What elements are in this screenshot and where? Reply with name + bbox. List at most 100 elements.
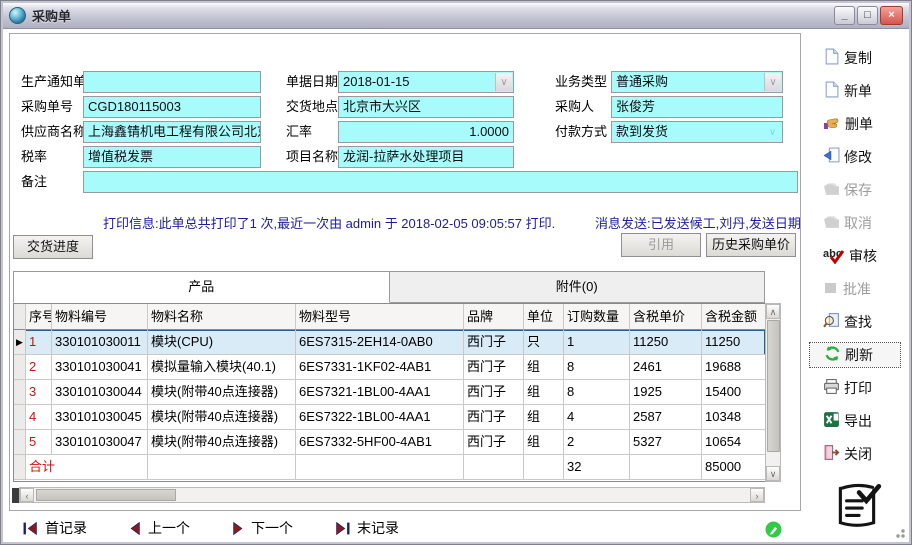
table-row[interactable]: 5330101030047模块(附带40点连接器)6ES7332-5HF00-4… [14, 430, 765, 455]
chevron-down-icon[interactable]: ∨ [764, 73, 781, 91]
sidebar-button-new-doc[interactable]: 新单 [809, 78, 901, 104]
tax-rate-field[interactable]: 增值税发票 [83, 146, 261, 168]
table-cell[interactable]: 6ES7315-2EH14-0AB0 [296, 330, 464, 355]
scroll-up-icon[interactable]: ∧ [766, 304, 780, 319]
payment-method-combo[interactable]: 款到发货 ∨ [611, 121, 783, 143]
chevron-down-icon[interactable]: ∨ [764, 123, 781, 141]
table-cell[interactable]: 19688 [702, 355, 765, 380]
table-cell[interactable]: 11250 [702, 330, 765, 355]
maximize-button[interactable]: □ [857, 6, 878, 25]
scroll-left-icon[interactable]: ‹ [20, 488, 34, 502]
table-cell[interactable]: 组 [524, 355, 564, 380]
sidebar-button-search[interactable]: 查找 [809, 309, 901, 335]
table-row[interactable]: 3330101030044模块(附带40点连接器)6ES7321-1BL00-4… [14, 380, 765, 405]
scroll-right-icon[interactable]: › [750, 488, 764, 502]
po-number-field[interactable]: CGD180115003 [83, 96, 261, 118]
table-cell[interactable]: 330101030047 [52, 430, 148, 455]
table-cell[interactable]: 6ES7331-1KF02-4AB1 [296, 355, 464, 380]
table-cell[interactable]: 8 [564, 380, 630, 405]
nav-last-record-button[interactable]: 末记录 [335, 518, 399, 538]
table-cell[interactable]: 2 [26, 355, 52, 380]
table-cell[interactable]: 西门子 [464, 430, 524, 455]
resize-grip[interactable] [893, 526, 905, 538]
table-cell[interactable]: 10348 [702, 405, 765, 430]
table-row[interactable]: 2330101030041模拟量输入模块(40.1)6ES7331-1KF02-… [14, 355, 765, 380]
close-icon [823, 444, 840, 464]
table-cell[interactable]: 3 [26, 380, 52, 405]
table-cell[interactable]: 模拟量输入模块(40.1) [148, 355, 296, 380]
table-cell[interactable]: 西门子 [464, 330, 524, 355]
tab-products[interactable]: 产品 [13, 271, 390, 303]
project-name-field[interactable]: 龙润-拉萨水处理项目 [338, 146, 514, 168]
save-icon [823, 180, 840, 200]
scroll-down-icon[interactable]: ∨ [766, 466, 780, 481]
table-cell[interactable]: 10654 [702, 430, 765, 455]
edit-icon [823, 147, 840, 167]
table-cell[interactable]: 模块(附带40点连接器) [148, 430, 296, 455]
table-cell[interactable]: 8 [564, 355, 630, 380]
table-cell[interactable]: 5327 [630, 430, 702, 455]
table-cell[interactable]: 组 [524, 380, 564, 405]
sidebar-button-close[interactable]: 关闭 [809, 441, 901, 467]
table-cell[interactable]: 西门子 [464, 380, 524, 405]
table-cell[interactable]: 组 [524, 430, 564, 455]
delivery-place-field[interactable]: 北京市大兴区 [338, 96, 514, 118]
nav-next-button[interactable]: 下一个 [232, 518, 293, 538]
table-cell[interactable]: 330101030011 [52, 330, 148, 355]
vertical-scroll-thumb[interactable] [767, 320, 780, 452]
table-cell[interactable]: 330101030041 [52, 355, 148, 380]
horizontal-scroll-thumb[interactable] [36, 489, 176, 501]
sidebar-button-audit[interactable]: abc审核 [809, 243, 901, 269]
table-cell[interactable]: 2461 [630, 355, 702, 380]
minimize-button[interactable]: _ [834, 6, 855, 25]
close-window-button[interactable]: × [880, 6, 903, 25]
table-cell[interactable]: 1 [564, 330, 630, 355]
table-row[interactable]: 4330101030045模块(附带40点连接器)6ES7322-1BL00-4… [14, 405, 765, 430]
table-cell[interactable]: 6ES7332-5HF00-4AB1 [296, 430, 464, 455]
table-cell[interactable]: 1925 [630, 380, 702, 405]
exchange-rate-field[interactable]: 1.0000 [338, 121, 514, 143]
new-doc-icon [823, 81, 840, 101]
tab-attachments[interactable]: 附件(0) [390, 271, 766, 303]
production-notice-field[interactable] [83, 71, 261, 93]
table-cell[interactable]: 2587 [630, 405, 702, 430]
business-type-combo[interactable]: 普通采购 ∨ [611, 71, 783, 93]
delivery-progress-button[interactable]: 交货进度 [13, 235, 93, 259]
table-cell[interactable]: 模块(附带40点连接器) [148, 405, 296, 430]
nav-first-record-button[interactable]: 首记录 [23, 518, 87, 538]
remark-field[interactable] [83, 171, 798, 193]
chevron-down-icon[interactable]: ∨ [495, 73, 512, 91]
purchaser-field[interactable]: 张俊芳 [611, 96, 783, 118]
title-bar[interactable]: 采购单 _ □ × [3, 3, 909, 29]
table-cell[interactable]: 1 [26, 330, 52, 355]
table-cell[interactable]: 6ES7321-1BL00-4AA1 [296, 380, 464, 405]
sidebar-button-delete[interactable]: 删单 [809, 111, 901, 137]
horizontal-scrollbar[interactable]: ‹ › [19, 487, 765, 503]
supplier-field[interactable]: 上海鑫锖机电工程有限公司北京分公司 [83, 121, 261, 143]
table-cell[interactable]: 组 [524, 405, 564, 430]
table-cell[interactable]: 西门子 [464, 405, 524, 430]
table-cell[interactable]: 4 [26, 405, 52, 430]
doc-date-combo[interactable]: 2018-01-15 ∨ [338, 71, 514, 93]
sidebar-button-copy[interactable]: 复制 [809, 45, 901, 71]
table-cell[interactable]: 模块(CPU) [148, 330, 296, 355]
sidebar-button-export[interactable]: 导出 [809, 408, 901, 434]
table-cell[interactable]: 5 [26, 430, 52, 455]
table-row[interactable]: ▶1330101030011模块(CPU)6ES7315-2EH14-0AB0西… [14, 330, 765, 355]
sidebar-button-print[interactable]: 打印 [809, 375, 901, 401]
table-cell[interactable]: 模块(附带40点连接器) [148, 380, 296, 405]
table-cell[interactable]: 只 [524, 330, 564, 355]
nav-previous-button[interactable]: 上一个 [129, 518, 190, 538]
table-cell[interactable]: 2 [564, 430, 630, 455]
table-cell[interactable]: 西门子 [464, 355, 524, 380]
table-cell[interactable]: 330101030045 [52, 405, 148, 430]
table-cell[interactable]: 11250 [630, 330, 702, 355]
sidebar-button-edit[interactable]: 修改 [809, 144, 901, 170]
table-cell[interactable]: 4 [564, 405, 630, 430]
table-cell[interactable]: 15400 [702, 380, 765, 405]
history-price-button[interactable]: 历史采购单价 [706, 233, 796, 257]
table-cell[interactable]: 6ES7322-1BL00-4AA1 [296, 405, 464, 430]
vertical-scrollbar[interactable]: ∧ ∨ [765, 303, 781, 482]
table-cell[interactable]: 330101030044 [52, 380, 148, 405]
sidebar-button-refresh[interactable]: 刷新 [809, 342, 901, 368]
